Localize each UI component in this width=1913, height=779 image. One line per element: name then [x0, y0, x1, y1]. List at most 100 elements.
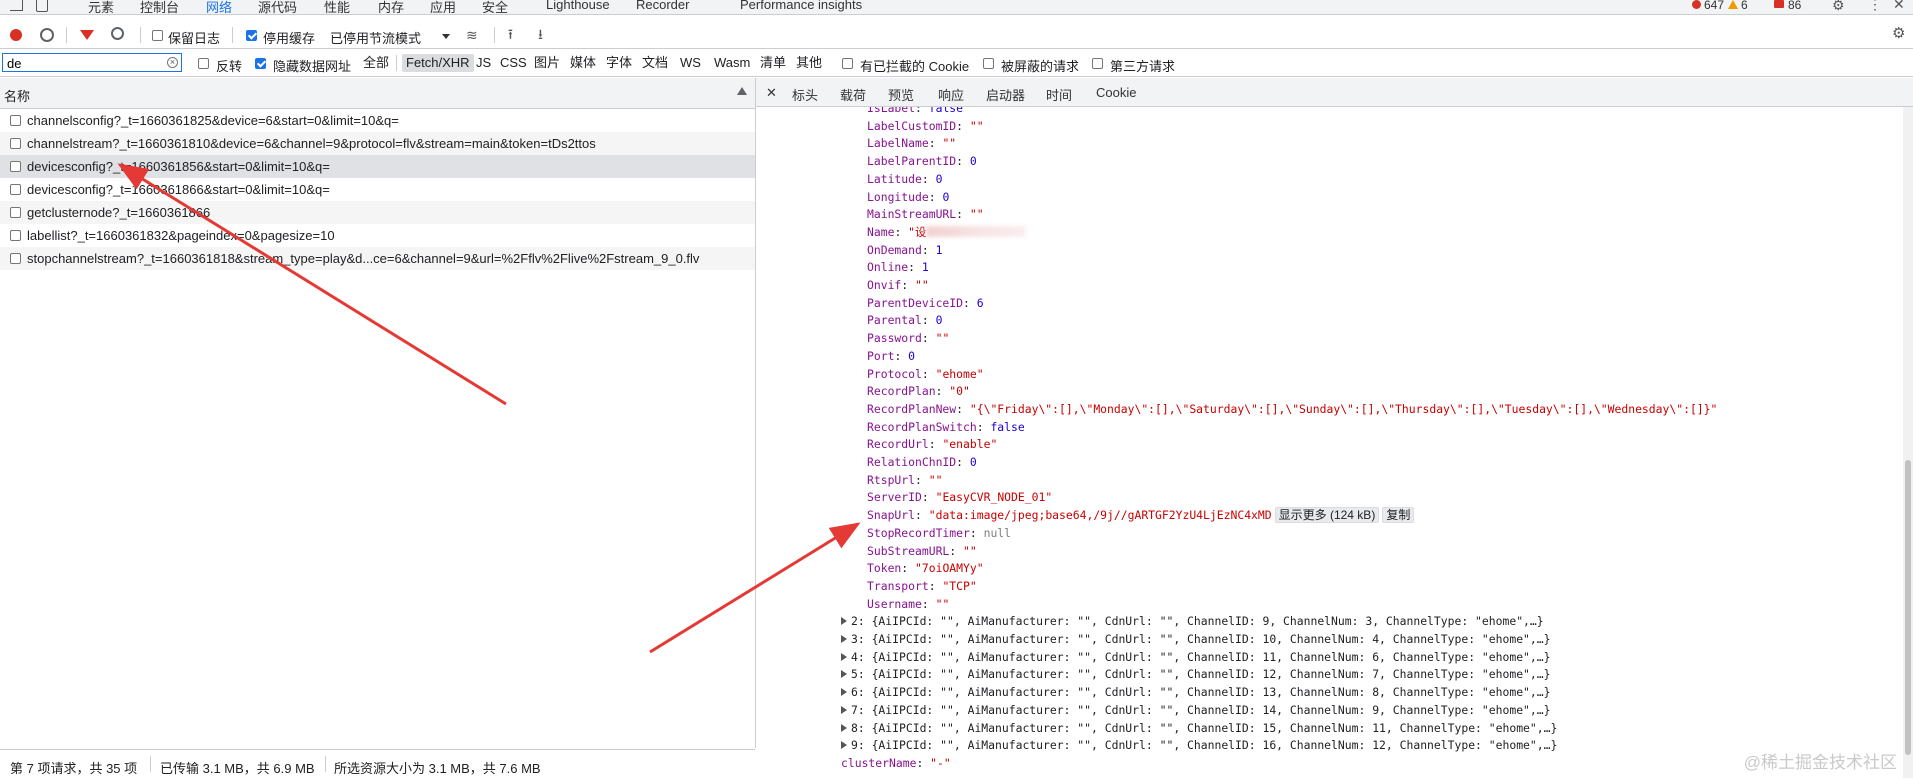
chevron-down-icon[interactable]	[442, 34, 450, 39]
row-checkbox[interactable]	[10, 138, 21, 149]
expand-triangle-icon[interactable]	[841, 652, 847, 661]
issues-count[interactable]: 86	[1788, 0, 1801, 12]
preserve-log-checkbox[interactable]	[152, 30, 163, 41]
request-name[interactable]: getclusternode?_t=1660361866	[27, 205, 210, 220]
type-doc[interactable]: 文档	[638, 54, 672, 72]
settings-icon[interactable]: ⚙	[1832, 0, 1845, 12]
row-checkbox[interactable]	[10, 184, 21, 195]
tab-network[interactable]: 网络	[206, 0, 232, 14]
tab-initiator[interactable]: 启动器	[986, 85, 1025, 104]
request-name[interactable]: stopchannelstream?_t=1660361818&stream_t…	[27, 251, 699, 266]
expand-triangle-icon[interactable]	[841, 723, 847, 732]
blocked-requests-checkbox[interactable]	[983, 58, 994, 69]
copy-button[interactable]: 复制	[1382, 507, 1415, 524]
request-row-selected[interactable]: devicesconfig?_t=1660361856&start=0&limi…	[0, 155, 755, 178]
clear-icon[interactable]	[40, 28, 54, 42]
collapsed-array-item[interactable]: 2: {AiIPCId: "", AiManufacturer: "", Cdn…	[841, 613, 1544, 630]
inspect-element-icon[interactable]	[10, 0, 23, 11]
expand-triangle-icon[interactable]	[841, 741, 847, 750]
collapsed-array-item[interactable]: 5: {AiIPCId: "", AiManufacturer: "", Cdn…	[841, 666, 1551, 683]
export-har-icon[interactable]: ⭳	[538, 27, 543, 41]
device-toolbar-icon[interactable]	[36, 0, 48, 12]
sort-ascending-icon[interactable]	[737, 87, 747, 95]
type-manifest[interactable]: 清单	[756, 54, 790, 72]
expand-triangle-icon[interactable]	[841, 635, 847, 643]
collapsed-array-item[interactable]: 3: {AiIPCId: "", AiManufacturer: "", Cdn…	[841, 631, 1551, 648]
tab-memory[interactable]: 内存	[378, 0, 404, 14]
show-more-button[interactable]: 显示更多 (124 kB)	[1274, 507, 1380, 524]
type-js[interactable]: JS	[472, 54, 495, 72]
scrollbar-thumb[interactable]	[1905, 460, 1911, 755]
request-row[interactable]: channelstream?_t=1660361810&device=6&cha…	[0, 132, 755, 155]
request-name[interactable]: devicesconfig?_t=1660361866&start=0&limi…	[27, 182, 330, 197]
type-media[interactable]: 媒体	[566, 54, 600, 72]
collapsed-array-item[interactable]: 4: {AiIPCId: "", AiManufacturer: "", Cdn…	[841, 649, 1551, 666]
type-other[interactable]: 其他	[792, 54, 826, 72]
tab-preview[interactable]: 预览	[888, 85, 914, 104]
tab-performance-insights[interactable]: Performance insights	[740, 0, 862, 12]
name-column-header[interactable]: 名称	[0, 78, 755, 109]
record-icon[interactable]	[10, 29, 22, 41]
row-checkbox[interactable]	[10, 115, 21, 126]
request-name[interactable]: devicesconfig?_t=1660361856&start=0&limi…	[27, 159, 330, 174]
throttle-select[interactable]: 已停用节流模式	[330, 28, 421, 47]
request-name[interactable]: channelstream?_t=1660361810&device=6&cha…	[27, 136, 596, 151]
more-options-icon[interactable]: ⋮	[1868, 0, 1882, 11]
row-checkbox[interactable]	[10, 253, 21, 264]
vertical-scrollbar[interactable]	[1903, 107, 1913, 778]
disable-cache-checkbox[interactable]	[246, 30, 257, 41]
request-row[interactable]: channelsconfig?_t=1660361825&device=6&st…	[0, 109, 755, 132]
type-all[interactable]: 全部	[359, 54, 393, 72]
tab-application[interactable]: 应用	[430, 0, 456, 14]
expand-triangle-icon[interactable]	[841, 670, 847, 679]
type-wasm[interactable]: Wasm	[710, 54, 754, 72]
expand-triangle-icon[interactable]	[841, 617, 847, 626]
invert-checkbox[interactable]	[198, 58, 209, 69]
type-ws[interactable]: WS	[676, 54, 705, 72]
close-detail-icon[interactable]: ✕	[766, 85, 777, 101]
close-devtools-icon[interactable]: ✕	[1893, 0, 1905, 11]
network-settings-icon[interactable]: ⚙	[1892, 26, 1905, 41]
collapsed-array-item[interactable]: 6: {AiIPCId: "", AiManufacturer: "", Cdn…	[841, 684, 1551, 701]
collapsed-array-item[interactable]: 9: {AiIPCId: "", AiManufacturer: "", Cdn…	[841, 737, 1557, 754]
warning-count[interactable]: 6	[1741, 0, 1748, 12]
tab-recorder[interactable]: Recorder	[636, 0, 689, 12]
tab-sources[interactable]: 源代码	[258, 0, 297, 14]
tab-security[interactable]: 安全	[482, 0, 508, 14]
filter-field[interactable]: ×	[2, 53, 182, 72]
filter-icon[interactable]	[80, 30, 94, 40]
search-icon[interactable]	[111, 27, 124, 40]
tab-lighthouse[interactable]: Lighthouse	[546, 0, 610, 12]
tab-console[interactable]: 控制台	[140, 0, 179, 14]
import-har-icon[interactable]: ⭱	[508, 27, 513, 41]
request-name[interactable]: channelsconfig?_t=1660361825&device=6&st…	[27, 113, 399, 128]
row-checkbox[interactable]	[10, 230, 21, 241]
tab-timing[interactable]: 时间	[1046, 85, 1072, 104]
tab-elements[interactable]: 元素	[88, 0, 114, 14]
clear-filter-icon[interactable]: ×	[167, 57, 178, 68]
request-name[interactable]: labellist?_t=1660361832&pageindex=0&page…	[27, 228, 335, 243]
error-count[interactable]: 647	[1704, 0, 1724, 12]
request-row[interactable]: stopchannelstream?_t=1660361818&stream_t…	[0, 247, 755, 270]
type-img[interactable]: 图片	[530, 54, 564, 72]
request-row[interactable]: devicesconfig?_t=1660361866&start=0&limi…	[0, 178, 755, 201]
network-conditions-icon[interactable]: ≋	[466, 28, 478, 42]
tab-payload[interactable]: 载荷	[840, 85, 866, 104]
type-font[interactable]: 字体	[602, 54, 636, 72]
expand-triangle-icon[interactable]	[841, 705, 847, 714]
type-css[interactable]: CSS	[496, 54, 531, 72]
request-row[interactable]: labellist?_t=1660361832&pageindex=0&page…	[0, 224, 755, 247]
row-checkbox[interactable]	[10, 161, 21, 172]
tab-performance[interactable]: 性能	[324, 0, 350, 14]
request-row[interactable]: getclusternode?_t=1660361866	[0, 201, 755, 224]
row-checkbox[interactable]	[10, 207, 21, 218]
collapsed-array-item[interactable]: 8: {AiIPCId: "", AiManufacturer: "", Cdn…	[841, 720, 1557, 737]
third-party-checkbox[interactable]	[1092, 58, 1103, 69]
tab-response[interactable]: 响应	[938, 85, 964, 104]
expand-triangle-icon[interactable]	[841, 688, 847, 697]
tab-headers[interactable]: 标头	[792, 85, 818, 104]
collapsed-array-item[interactable]: 7: {AiIPCId: "", AiManufacturer: "", Cdn…	[841, 702, 1551, 719]
hide-data-urls-checkbox[interactable]	[255, 58, 266, 69]
type-fetch-xhr[interactable]: Fetch/XHR	[402, 54, 474, 72]
tab-cookies[interactable]: Cookie	[1096, 85, 1136, 100]
